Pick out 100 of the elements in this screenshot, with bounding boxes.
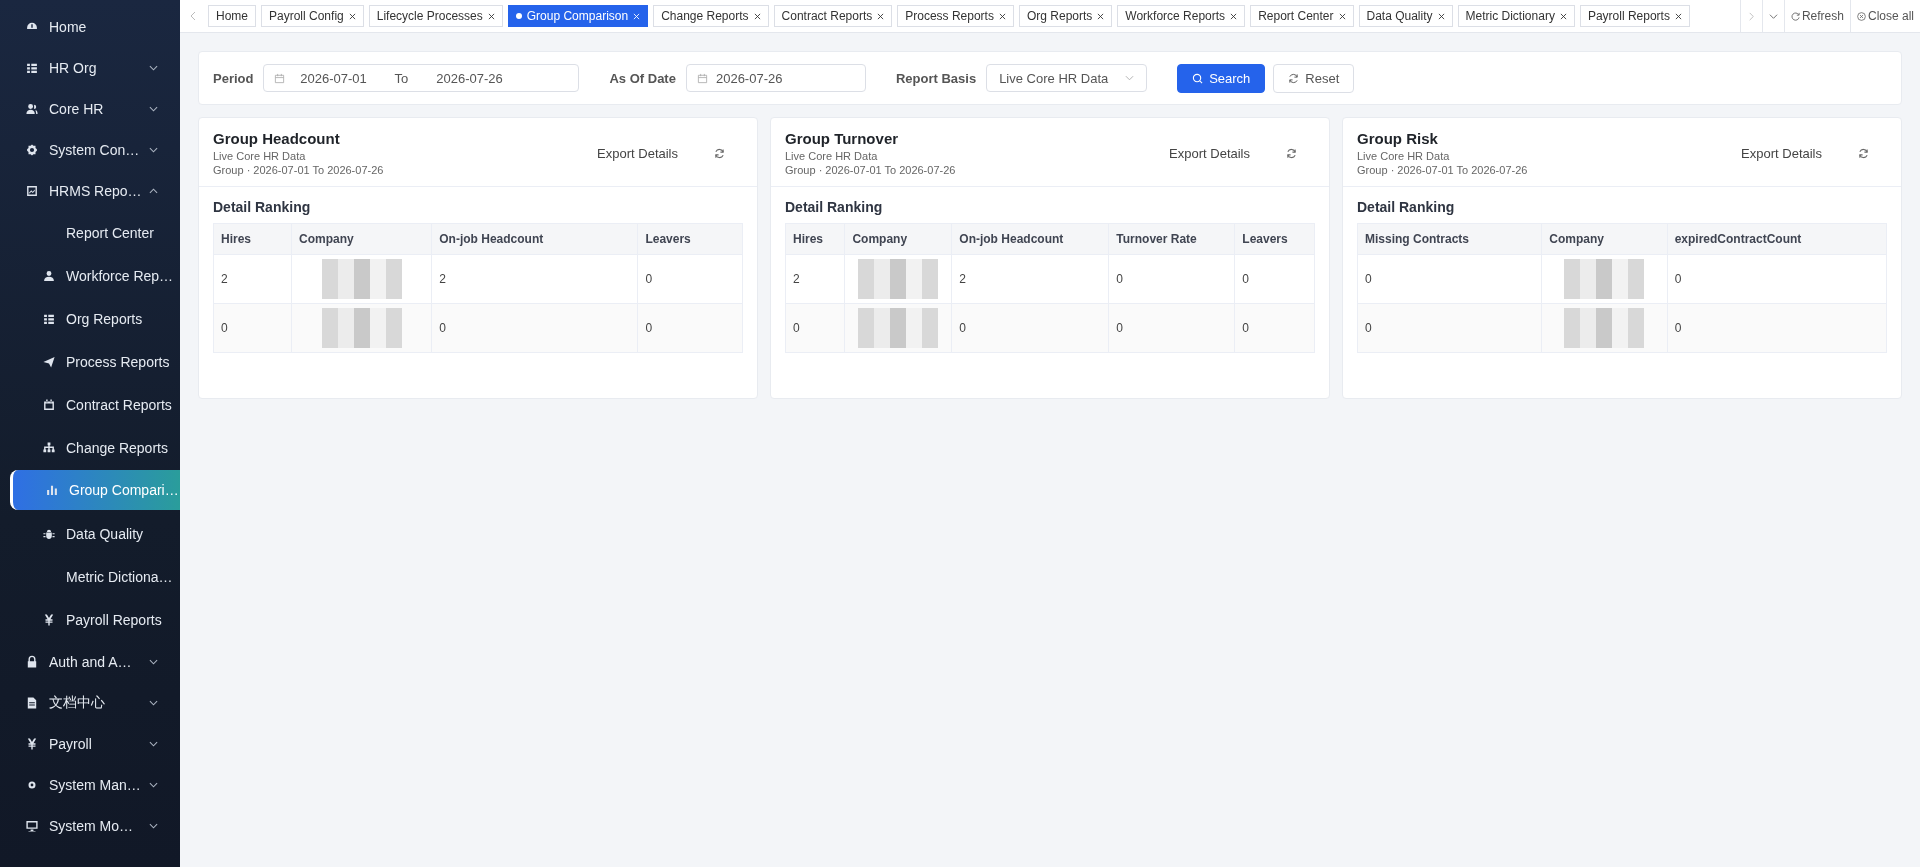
column-header: Leavers bbox=[637, 223, 743, 255]
table-cell: 0 bbox=[951, 303, 1109, 353]
close-icon[interactable] bbox=[1674, 12, 1682, 20]
menu-item-icon bbox=[25, 695, 39, 710]
sidebar-item[interactable]: Metric Dictiona… bbox=[0, 555, 180, 598]
sidebar-item[interactable]: 文档中心 bbox=[0, 682, 180, 723]
close-icon[interactable] bbox=[487, 12, 495, 20]
calendar-icon bbox=[696, 72, 708, 84]
chevron-icon bbox=[149, 822, 158, 829]
sidebar-item[interactable]: System Man… bbox=[0, 764, 180, 805]
tab[interactable]: Metric Dictionary bbox=[1457, 5, 1575, 27]
as-of-date-label: As Of Date bbox=[609, 70, 676, 86]
column-header: Hires bbox=[785, 223, 845, 255]
table-cell: 2 bbox=[431, 254, 638, 304]
tab[interactable]: Payroll Reports bbox=[1579, 5, 1690, 27]
sidebar-item[interactable]: Change Reports bbox=[0, 426, 180, 469]
sidebar-item[interactable]: Auth and A… bbox=[0, 641, 180, 682]
table-cell: 0 bbox=[1667, 254, 1887, 304]
close-icon[interactable] bbox=[1230, 12, 1238, 20]
date-field[interactable]: 2026-07-26 bbox=[685, 64, 866, 92]
close-icon[interactable] bbox=[998, 12, 1006, 20]
reset-button[interactable]: Reset bbox=[1273, 63, 1355, 93]
table-cell: 0 bbox=[637, 254, 743, 304]
close-icon[interactable] bbox=[753, 12, 761, 20]
table-cell: 0 bbox=[785, 303, 845, 353]
column-header: Company bbox=[844, 223, 952, 255]
sidebar-item[interactable]: Process Reports bbox=[0, 340, 180, 383]
sidebar-item[interactable]: Org Reports bbox=[0, 297, 180, 340]
column-header: Leavers bbox=[1234, 223, 1315, 255]
sidebar-item[interactable]: Payroll bbox=[0, 723, 180, 764]
chevron-icon bbox=[149, 105, 158, 112]
tab[interactable]: Report Center bbox=[1250, 5, 1354, 27]
export-details-button[interactable]: Export Details bbox=[1169, 145, 1250, 161]
column-header: On-job Headcount bbox=[431, 223, 638, 255]
tab[interactable]: Org Reports bbox=[1018, 5, 1113, 27]
tab[interactable]: Workforce Reports bbox=[1117, 5, 1246, 27]
table-cell: 0 bbox=[1108, 303, 1235, 353]
close-icon[interactable] bbox=[348, 12, 356, 20]
close-icon[interactable] bbox=[1097, 12, 1105, 20]
refresh-button[interactable]: Refresh bbox=[1783, 0, 1850, 32]
tab[interactable]: Contract Reports bbox=[773, 5, 893, 27]
menu-item-icon bbox=[42, 440, 56, 455]
menu-item-icon bbox=[25, 183, 39, 198]
search-button[interactable]: Search bbox=[1177, 63, 1266, 93]
scope-text: Group · 2026-07-01 To 2026-07-26 bbox=[785, 164, 957, 176]
sidebar-item[interactable]: Payroll Reports bbox=[0, 598, 180, 641]
tab[interactable]: Home bbox=[208, 5, 256, 27]
refresh-icon[interactable] bbox=[1286, 147, 1297, 159]
close-icon[interactable] bbox=[1338, 12, 1346, 20]
refresh-icon[interactable] bbox=[714, 147, 725, 159]
sidebar-item[interactable]: Report Center bbox=[0, 211, 180, 254]
tab[interactable]: Lifecycle Processes bbox=[368, 5, 503, 27]
column-header: Company bbox=[291, 223, 432, 255]
menu-item-icon bbox=[25, 142, 39, 157]
card-title: Group Turnover bbox=[785, 130, 900, 147]
export-details-button[interactable]: Export Details bbox=[1741, 145, 1822, 161]
chevron-down-icon bbox=[1768, 11, 1778, 21]
sidebar-item[interactable]: Contract Reports bbox=[0, 383, 180, 426]
tab[interactable]: Payroll Config bbox=[261, 5, 364, 27]
table-cell: 0 bbox=[637, 303, 743, 353]
sidebar-item[interactable]: System Con… bbox=[0, 129, 180, 170]
close-icon[interactable] bbox=[877, 12, 885, 20]
table-cell: 0 bbox=[1357, 303, 1542, 353]
table-cell: 0 bbox=[1357, 254, 1542, 304]
data-source-text: Live Core HR Data bbox=[1357, 150, 1451, 162]
column-header: expiredContractCount bbox=[1667, 223, 1887, 255]
refresh-icon bbox=[1288, 72, 1300, 84]
close-icon[interactable] bbox=[1559, 12, 1567, 20]
section-title: Detail Ranking bbox=[1357, 199, 1456, 215]
table-cell: 0 bbox=[1234, 254, 1315, 304]
export-details-button[interactable]: Export Details bbox=[597, 145, 678, 161]
section-title: Detail Ranking bbox=[785, 199, 884, 215]
sidebar-item[interactable]: System Mo… bbox=[0, 805, 180, 846]
close-icon[interactable] bbox=[1437, 12, 1445, 20]
tab[interactable]: Change Reports bbox=[653, 5, 769, 27]
sidebar-item[interactable]: Data Quality bbox=[0, 512, 180, 555]
sidebar-item[interactable]: Home bbox=[0, 6, 180, 47]
sidebar-item[interactable]: Group Compari… bbox=[10, 470, 180, 510]
menu-item-icon bbox=[42, 268, 56, 283]
tab[interactable]: Process Reports bbox=[897, 5, 1014, 27]
sidebar-item[interactable]: Core HR bbox=[0, 88, 180, 129]
chevron-icon bbox=[149, 64, 158, 71]
close-all-button[interactable]: Close all bbox=[1849, 0, 1920, 32]
menu-item-icon bbox=[25, 818, 39, 833]
sidebar-item[interactable]: Workforce Rep… bbox=[0, 254, 180, 297]
tab[interactable]: Data Quality bbox=[1358, 5, 1453, 27]
refresh-icon[interactable] bbox=[1858, 147, 1869, 159]
menu-item-icon bbox=[45, 483, 59, 497]
chevron-icon bbox=[149, 781, 158, 788]
table-cell: 2 bbox=[951, 254, 1109, 304]
sidebar-item[interactable]: HR Org bbox=[0, 47, 180, 88]
tab[interactable]: Group Comparison bbox=[507, 5, 649, 27]
chevron-icon bbox=[149, 146, 158, 153]
close-circle-icon bbox=[1856, 11, 1866, 21]
sidebar-item[interactable]: HRMS Repo… bbox=[0, 170, 180, 211]
report-basis-select[interactable]: Live Core HR Data bbox=[986, 64, 1148, 92]
period-label: Period bbox=[213, 70, 254, 86]
scope-text: Group · 2026-07-01 To 2026-07-26 bbox=[1357, 164, 1529, 176]
date-range-field[interactable]: 2026-07-01 To 2026-07-26 bbox=[263, 64, 580, 92]
search-icon bbox=[1192, 72, 1204, 84]
